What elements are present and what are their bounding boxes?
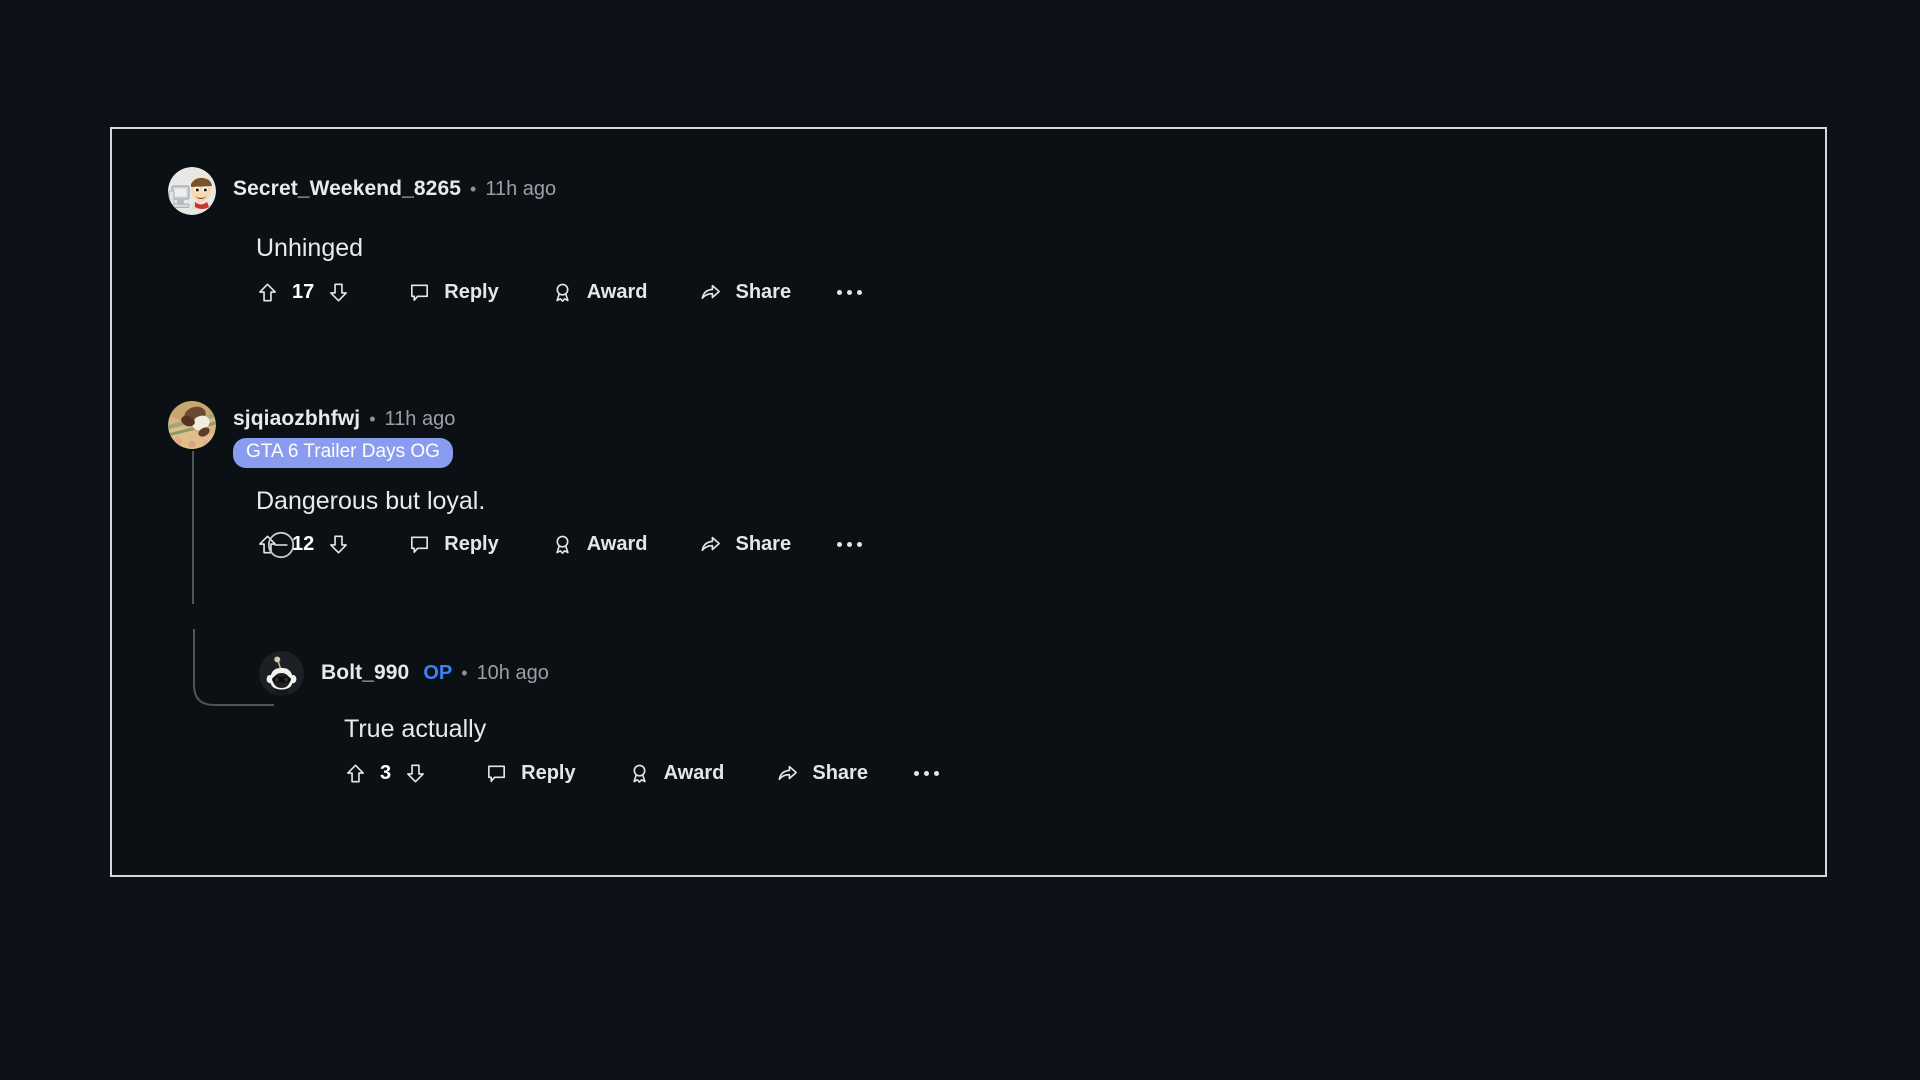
comment-username[interactable]: Bolt_990 — [321, 661, 409, 685]
collapse-thread-button[interactable] — [266, 530, 296, 560]
overflow-menu-button[interactable] — [913, 770, 939, 776]
comment-meta: Secret_Weekend_8265 • 11h ago — [233, 167, 556, 201]
comment-bubble-icon — [485, 762, 508, 785]
dot — [847, 542, 853, 548]
comment-action-bar: 3 Reply Award Share — [344, 762, 1759, 785]
dot — [837, 289, 843, 295]
share-button[interactable]: Share — [776, 762, 868, 785]
dot — [913, 770, 919, 776]
share-button[interactable]: Share — [699, 281, 791, 304]
reply-label: Reply — [444, 280, 499, 303]
avatar-woody[interactable] — [168, 167, 216, 215]
dot — [923, 770, 929, 776]
share-label: Share — [735, 533, 792, 556]
comment-timestamp: 11h ago — [485, 178, 557, 200]
award-button[interactable]: Award — [628, 761, 725, 785]
comment-thread-panel: Secret_Weekend_8265 • 11h ago Unhinged 1… — [110, 127, 1827, 877]
vote-group: 3 — [344, 762, 427, 785]
op-badge: OP — [423, 662, 453, 684]
share-icon — [699, 533, 722, 556]
meta-separator: • — [369, 409, 376, 429]
share-icon — [699, 281, 722, 304]
comment-username[interactable]: Secret_Weekend_8265 — [233, 177, 461, 201]
avatar-snoo[interactable] — [259, 651, 304, 696]
comment-username[interactable]: sjqiaozbhfwj — [233, 407, 360, 431]
comment-item: Bolt_990 OP • 10h ago True actually 3 Re… — [259, 651, 1759, 785]
share-button[interactable]: Share — [699, 533, 791, 556]
upvote-icon[interactable] — [256, 281, 279, 304]
vote-score: 17 — [292, 280, 315, 303]
share-label: Share — [812, 761, 868, 784]
award-label: Award — [663, 761, 725, 784]
reply-label: Reply — [444, 533, 499, 556]
comment-action-bar: 17 Reply Award Share — [256, 281, 1768, 304]
overflow-menu-button[interactable] — [837, 542, 863, 548]
comment-body: Dangerous but loyal. — [256, 486, 486, 515]
comment-body: Unhinged — [256, 234, 364, 262]
comment-timestamp: 10h ago — [476, 662, 549, 684]
share-label: Share — [735, 280, 792, 303]
reply-label: Reply — [521, 761, 576, 784]
comment-body: True actually — [344, 715, 487, 743]
vote-score: 3 — [380, 761, 392, 784]
user-flair-badge: GTA 6 Trailer Days OG — [233, 438, 453, 468]
award-label: Award — [586, 280, 648, 303]
reply-button[interactable]: Reply — [485, 761, 576, 785]
comment-header: Bolt_990 OP • 10h ago — [259, 651, 1759, 696]
award-label: Award — [586, 533, 648, 556]
dot — [847, 289, 853, 295]
comment-bubble-icon — [408, 281, 431, 304]
comment-header: sjqiaozbhfwj • 11h ago GTA 6 Trailer Day… — [168, 401, 1768, 468]
comment-header: Secret_Weekend_8265 • 11h ago — [168, 167, 1768, 215]
comment-action-bar: 12 Reply Award Share — [256, 531, 1768, 558]
dot — [837, 542, 843, 548]
meta-separator: • — [470, 179, 477, 199]
award-button[interactable]: Award — [551, 280, 648, 304]
comment-bubble-icon — [408, 533, 431, 556]
downvote-icon[interactable] — [327, 533, 350, 556]
meta-separator: • — [461, 663, 468, 683]
vote-group: 17 — [256, 281, 350, 304]
share-icon — [776, 762, 799, 785]
dot — [857, 542, 863, 548]
avatar-photo[interactable] — [168, 401, 216, 449]
downvote-icon[interactable] — [327, 281, 350, 304]
reply-button[interactable]: Reply — [408, 533, 499, 556]
comment-timestamp: 11h ago — [384, 408, 456, 430]
comment-meta: sjqiaozbhfwj • 11h ago GTA 6 Trailer Day… — [233, 401, 455, 468]
award-icon — [628, 762, 651, 785]
overflow-menu-button[interactable] — [837, 289, 863, 295]
upvote-icon[interactable] — [344, 762, 367, 785]
comment-meta: Bolt_990 OP • 10h ago — [321, 651, 549, 685]
award-icon — [551, 533, 574, 556]
downvote-icon[interactable] — [404, 762, 427, 785]
dot — [857, 289, 863, 295]
award-button[interactable]: Award — [551, 533, 648, 556]
comment-item: Secret_Weekend_8265 • 11h ago Unhinged 1… — [168, 167, 1768, 304]
award-icon — [551, 281, 574, 304]
reply-button[interactable]: Reply — [408, 280, 499, 304]
comment-item: sjqiaozbhfwj • 11h ago GTA 6 Trailer Day… — [168, 401, 1768, 558]
dot — [933, 770, 939, 776]
